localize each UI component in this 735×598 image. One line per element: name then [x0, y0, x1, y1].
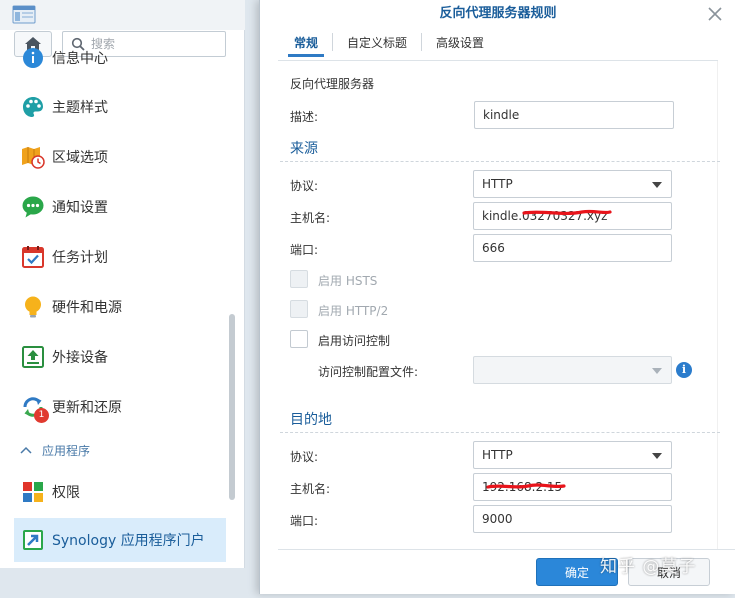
sidebar-item-update-restore[interactable]: 1 更新和还原	[14, 385, 226, 429]
sidebar-item-label: 任务计划	[52, 250, 108, 266]
regional-options-icon	[20, 144, 46, 170]
sidebar-item-application-portal[interactable]: Synology 应用程序门户	[14, 518, 226, 562]
privileges-icon	[20, 479, 46, 505]
source-port-label: 端口:	[290, 243, 319, 257]
sidebar-item-label: 外接设备	[52, 350, 108, 366]
source-port-input[interactable]	[474, 235, 671, 261]
close-icon[interactable]	[706, 5, 724, 23]
sidebar-scrollbar[interactable]	[229, 314, 235, 500]
sidebar-item-task-scheduler[interactable]: 任务计划	[14, 235, 226, 279]
destination-protocol-value: HTTP	[482, 448, 513, 462]
destination-hostname-label: 主机名:	[290, 482, 331, 496]
control-panel-sidebar: 信息中心 主题样式 区域选项 通知设置 任务计划	[0, 0, 245, 568]
reverse-proxy-section-label: 反向代理服务器	[290, 77, 375, 91]
sidebar-item-hardware-power[interactable]: 硬件和电源	[14, 285, 226, 329]
sidebar-item-label: 信息中心	[52, 51, 108, 67]
sidebar-item-info-center[interactable]: 信息中心	[14, 46, 226, 80]
theme-palette-icon	[20, 94, 46, 120]
info-icon[interactable]: i	[676, 362, 692, 378]
sidebar-item-label: 更新和还原	[52, 400, 122, 416]
sidebar-item-label: Synology 应用程序门户	[52, 533, 205, 549]
destination-hostname-input[interactable]	[474, 474, 671, 500]
source-protocol-value: HTTP	[482, 177, 513, 191]
hsts-label: 启用 HSTS	[318, 274, 378, 288]
source-divider	[280, 161, 720, 162]
sidebar-nav-list: 信息中心 主题样式 区域选项 通知设置 任务计划 硬件和电源 外接设备 1 更新…	[0, 46, 230, 568]
sidebar-item-notification[interactable]: 通知设置	[14, 185, 226, 229]
sidebar-item-label: 主题样式	[52, 100, 108, 116]
destination-port-field[interactable]	[473, 505, 672, 533]
sidebar-item-label: 区域选项	[52, 150, 108, 166]
update-badge: 1	[34, 408, 49, 423]
access-profile-label: 访问控制配置文件:	[318, 365, 419, 379]
destination-protocol-label: 协议:	[290, 450, 319, 464]
dialog-tabs: 常规 自定义标题 高级设置	[280, 28, 498, 57]
http2-label: 启用 HTTP/2	[318, 304, 389, 318]
section-header-label: 应用程序	[42, 443, 91, 458]
source-hostname-input[interactable]	[474, 203, 671, 229]
hsts-checkbox[interactable]	[290, 270, 308, 288]
source-port-field[interactable]	[473, 234, 672, 262]
source-hostname-field[interactable]	[473, 202, 672, 230]
section-header-applications[interactable]: 应用程序	[20, 440, 90, 460]
source-protocol-label: 协议:	[290, 179, 319, 193]
sidebar-top-bar	[0, 0, 245, 30]
reverse-proxy-rule-dialog: 反向代理服务器规则 常规 自定义标题 高级设置 反向代理服务器 描述: 来源 协…	[259, 0, 735, 594]
dialog-footer-divider	[278, 549, 735, 550]
sidebar-item-privileges[interactable]: 权限	[14, 470, 226, 514]
sidebar-item-theme[interactable]: 主题样式	[14, 85, 226, 129]
source-protocol-select[interactable]: HTTP	[473, 170, 672, 198]
application-portal-icon	[20, 527, 46, 553]
notification-chat-icon	[20, 194, 46, 220]
description-label: 描述:	[290, 110, 319, 124]
hardware-power-bulb-icon	[20, 294, 46, 320]
description-input[interactable]	[475, 102, 673, 128]
source-section-title: 来源	[290, 141, 318, 157]
chevron-down-icon	[652, 453, 662, 459]
destination-protocol-select[interactable]: HTTP	[473, 441, 672, 469]
task-scheduler-icon	[20, 244, 46, 270]
tab-general[interactable]: 常规	[280, 28, 332, 57]
http2-checkbox[interactable]	[290, 300, 308, 318]
dialog-title: 反向代理服务器规则	[439, 6, 557, 21]
sidebar-item-label: 权限	[52, 485, 80, 501]
source-hostname-label: 主机名:	[290, 211, 331, 225]
sidebar-item-label: 通知设置	[52, 200, 108, 216]
destination-section-title: 目的地	[290, 412, 332, 428]
access-control-label: 启用访问控制	[318, 334, 391, 348]
watermark-text: 知乎 @莫子	[600, 557, 697, 577]
tab-advanced[interactable]: 高级设置	[422, 28, 498, 56]
control-panel-icon	[12, 5, 36, 24]
destination-port-input[interactable]	[474, 506, 671, 532]
destination-hostname-field[interactable]	[473, 473, 672, 501]
sidebar-item-label: 硬件和电源	[52, 300, 122, 316]
sidebar-item-external-devices[interactable]: 外接设备	[14, 335, 226, 379]
destination-port-label: 端口:	[290, 514, 319, 528]
access-profile-select[interactable]	[473, 356, 672, 384]
chevron-down-icon	[652, 182, 662, 188]
sidebar-item-regional-options[interactable]: 区域选项	[14, 135, 226, 179]
external-devices-icon	[20, 344, 46, 370]
info-center-icon	[20, 46, 46, 71]
tab-custom-header[interactable]: 自定义标题	[333, 28, 421, 56]
access-control-checkbox[interactable]	[290, 330, 308, 348]
destination-divider	[280, 432, 720, 433]
update-restore-icon: 1	[20, 394, 49, 423]
chevron-up-icon	[20, 446, 32, 454]
description-field[interactable]	[474, 101, 674, 129]
chevron-down-icon	[652, 368, 662, 374]
